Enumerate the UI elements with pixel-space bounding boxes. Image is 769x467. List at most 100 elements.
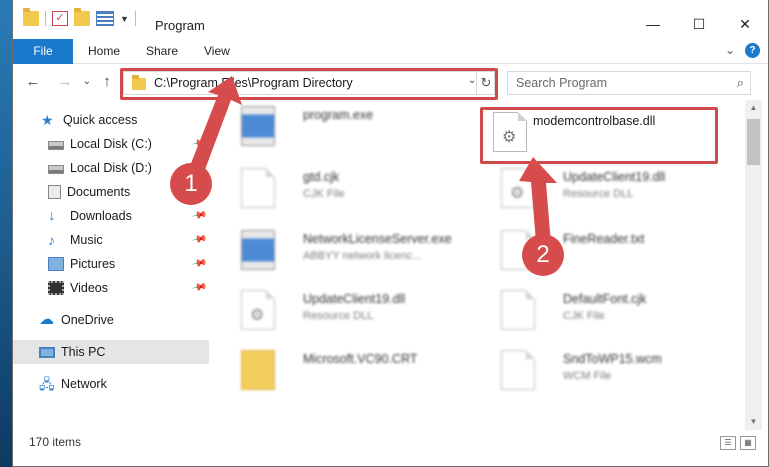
close-button[interactable]: ✕	[722, 10, 768, 38]
divider	[134, 11, 136, 26]
new-folder-icon[interactable]	[74, 8, 90, 26]
sidebar-item-label: Documents	[67, 185, 131, 199]
address-bar[interactable]: C:\Program Files\Program Directory ⌄ ↻	[123, 71, 495, 95]
file-item[interactable]: SndToWP15.wcm WCM File	[493, 344, 733, 400]
disk-icon	[48, 140, 64, 150]
videos-icon	[48, 281, 64, 295]
file-item[interactable]: Microsoft.VC90.CRT	[233, 344, 473, 400]
pin-icon: 📌	[190, 279, 208, 296]
tab-home[interactable]: Home	[88, 39, 120, 64]
search-box[interactable]: ⌕	[507, 71, 751, 95]
file-name: FineReader.txt	[563, 232, 645, 246]
expand-ribbon-icon[interactable]: ⌄	[725, 43, 735, 58]
computer-icon	[39, 346, 55, 358]
file-item[interactable]: ⚙ UpdateClient19.dll Resource DLL	[493, 162, 733, 218]
address-toolbar: ← → ⌄ ↑ C:\Program Files\Program Directo…	[13, 64, 768, 100]
sidebar-item-onedrive[interactable]: ☁ OneDrive	[39, 308, 235, 332]
file-explorer-window: ✓ ▼ Program — ☐ ✕ File Home Share View ⌄…	[12, 0, 769, 467]
scroll-down-icon[interactable]: ▼	[745, 414, 762, 430]
file-item[interactable]: NetworkLicenseServer.exe ABBYY network l…	[233, 224, 473, 280]
sidebar-item-label: Network	[61, 377, 107, 391]
pin-icon: 📌	[190, 207, 208, 224]
pin-icon: 📌	[190, 231, 208, 248]
gear-icon: ⚙	[502, 129, 517, 146]
file-type: Resource DLL	[563, 188, 634, 200]
sidebar-item-this-pc[interactable]: This PC	[13, 340, 209, 364]
pin-icon: 📌	[190, 135, 208, 152]
pin-icon: 📌	[190, 255, 208, 272]
search-input[interactable]	[508, 72, 728, 94]
large-icons-view-icon[interactable]: ▦	[740, 436, 756, 450]
file-name: UpdateClient19.dll	[303, 292, 406, 306]
tab-share[interactable]: Share	[146, 39, 178, 64]
scroll-up-icon[interactable]: ▲	[745, 100, 762, 116]
properties-icon[interactable]	[96, 11, 114, 26]
item-count: 170 items	[29, 435, 82, 449]
step-2-badge: 2	[522, 234, 564, 276]
file-name: UpdateClient19.dll	[563, 170, 666, 184]
minimize-button[interactable]: —	[630, 10, 676, 38]
tab-file[interactable]: File	[13, 39, 73, 64]
file-icon	[501, 350, 535, 390]
sidebar-item-label: Videos	[70, 281, 108, 295]
network-icon: 🖧	[39, 376, 55, 392]
sidebar-item-videos[interactable]: Videos 📌	[48, 276, 209, 300]
pictures-icon	[48, 257, 64, 271]
file-item[interactable]: DefaultFont.cjk CJK File	[493, 284, 733, 340]
navigation-pane: ★ Quick access Local Disk (C:) 📌 Local D…	[13, 100, 223, 430]
customize-toolbar-dropdown-icon[interactable]: ▼	[120, 14, 129, 24]
file-item[interactable]: gtd.cjk CJK File	[233, 162, 473, 218]
up-button[interactable]: ↑	[97, 72, 117, 92]
sidebar-item-pictures[interactable]: Pictures 📌	[48, 252, 209, 276]
sidebar-item-music[interactable]: ♪ Music 📌	[48, 228, 209, 252]
sidebar-item-local-disk-c[interactable]: Local Disk (C:) 📌	[48, 132, 209, 156]
back-button[interactable]: ←	[23, 72, 43, 92]
file-list: program.exe ⚙ modemcontrolbase.dll gtd.c…	[223, 100, 745, 430]
documents-icon	[48, 185, 61, 199]
file-type: Resource DLL	[303, 310, 374, 322]
folder-icon	[241, 350, 275, 390]
file-item-modemcontrolbase[interactable]: ⚙ modemcontrolbase.dll	[485, 106, 725, 162]
sidebar-item-label: Music	[70, 233, 103, 247]
forward-button[interactable]: →	[55, 72, 75, 92]
file-type: WCM File	[563, 370, 612, 382]
exe-icon	[241, 106, 275, 146]
step-1-badge: 1	[170, 163, 212, 205]
download-icon: ↓	[48, 207, 56, 224]
sidebar-item-label: Quick access	[63, 113, 138, 127]
divider	[45, 11, 46, 26]
gear-icon: ⚙	[510, 185, 525, 202]
sidebar-item-label: OneDrive	[61, 313, 114, 327]
file-icon	[501, 290, 535, 330]
cloud-icon: ☁	[39, 311, 54, 328]
file-icon	[241, 168, 275, 208]
file-type: ABBYY network licenc...	[303, 250, 422, 262]
properties-check-icon[interactable]: ✓	[52, 11, 68, 26]
tab-view[interactable]: View	[204, 39, 230, 64]
sidebar-item-quick-access[interactable]: ★ Quick access	[41, 108, 237, 132]
sidebar-item-label: Local Disk (C:)	[70, 137, 152, 151]
window-controls: — ☐ ✕	[630, 10, 768, 38]
star-icon: ★	[41, 112, 54, 128]
help-icon[interactable]: ?	[745, 43, 760, 58]
file-name: SndToWP15.wcm	[563, 352, 662, 366]
file-name: program.exe	[303, 108, 374, 122]
gear-icon: ⚙	[250, 307, 265, 324]
refresh-button[interactable]: ↻	[476, 72, 495, 94]
file-name: DefaultFont.cjk	[563, 292, 647, 306]
sidebar-item-network[interactable]: 🖧 Network	[39, 372, 235, 396]
maximize-button[interactable]: ☐	[676, 10, 722, 38]
search-icon[interactable]: ⌕	[737, 75, 744, 91]
address-path[interactable]: C:\Program Files\Program Directory	[154, 76, 353, 90]
dll-icon: ⚙	[501, 168, 535, 208]
details-view-icon[interactable]: ☰	[720, 436, 736, 450]
sidebar-item-downloads[interactable]: ↓ Downloads 📌	[48, 204, 209, 228]
scroll-thumb[interactable]	[747, 119, 760, 165]
file-item[interactable]: program.exe	[233, 100, 473, 156]
window-title: Program	[155, 18, 205, 33]
file-name: NetworkLicenseServer.exe	[303, 232, 452, 246]
file-item[interactable]: ⚙ UpdateClient19.dll Resource DLL	[233, 284, 473, 340]
recent-locations-dropdown[interactable]: ⌄	[77, 72, 97, 92]
vertical-scrollbar[interactable]: ▲ ▼	[745, 100, 762, 430]
file-type: CJK File	[303, 188, 345, 200]
